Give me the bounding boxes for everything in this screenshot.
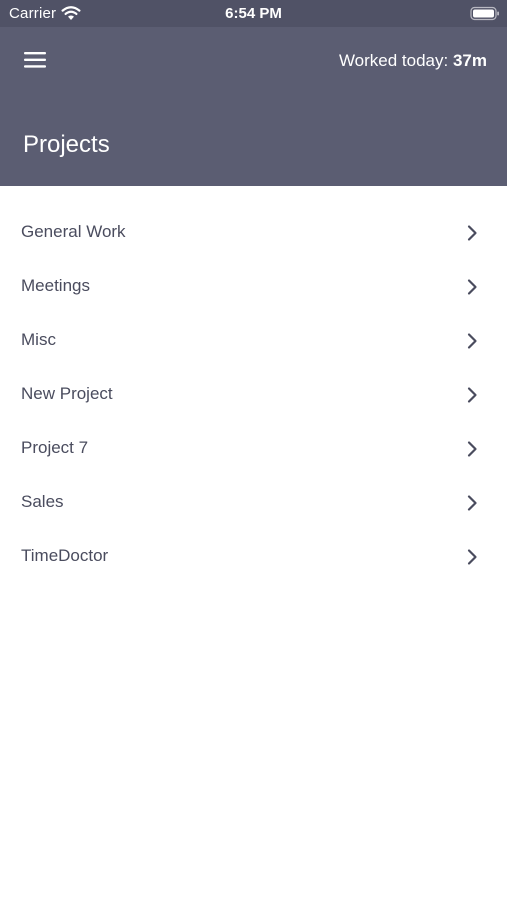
status-time: 6:54 PM [225,5,282,22]
chevron-right-icon [467,333,477,349]
chevron-right-icon [467,495,477,511]
battery-icon [470,6,499,21]
project-item-general-work[interactable]: General Work [0,206,507,260]
project-item-sales[interactable]: Sales [0,476,507,530]
chevron-right-icon [467,441,477,457]
project-item-meetings[interactable]: Meetings [0,260,507,314]
project-label: Misc [21,330,56,349]
chevron-right-icon [467,279,477,295]
worked-today-label: Worked today: [338,51,449,70]
worked-today-value: 37m [452,51,487,70]
chevron-right-icon [467,549,477,565]
project-label: New Project [21,384,113,403]
project-label: Project 7 [21,438,89,457]
app-header: Carrier 6:54 PM Worked today: 37m Projec… [0,0,507,186]
hamburger-menu-icon [24,52,46,68]
project-label: Sales [21,492,64,511]
project-item-timedoctor[interactable]: TimeDoctor [0,530,507,584]
menu-button[interactable] [18,45,52,75]
project-label: Meetings [21,276,90,295]
project-label: General Work [21,222,126,241]
project-label: TimeDoctor [21,546,109,565]
chevron-right-icon [467,225,477,241]
page-title: Projects [23,131,110,158]
project-item-project-7[interactable]: Project 7 [0,422,507,476]
project-list: General Work Meetings Misc New Project P… [0,206,507,584]
project-item-misc[interactable]: Misc [0,314,507,368]
projects-screen: Carrier 6:54 PM Worked today: 37m Projec… [0,0,507,900]
project-item-new-project[interactable]: New Project [0,368,507,422]
worked-today: Worked today: 37m [339,51,487,71]
status-bar: Carrier 6:54 PM [0,0,507,27]
chevron-right-icon [467,387,477,403]
